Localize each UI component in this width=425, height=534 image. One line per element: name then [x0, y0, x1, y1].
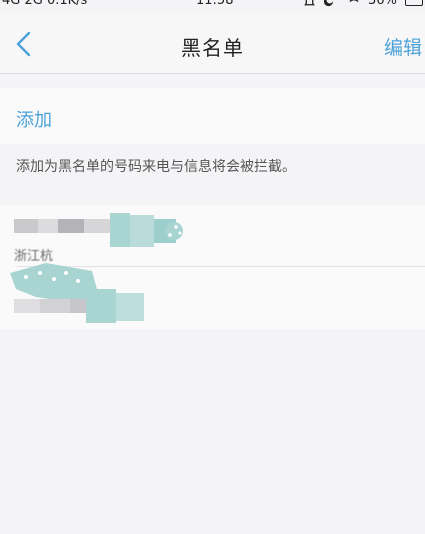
battery-percent: 36%	[368, 0, 397, 8]
status-time: 11:58	[196, 0, 234, 8]
blacklist-list: 浙江杭	[0, 205, 425, 329]
blacklist-entry[interactable]: 浙江杭	[0, 205, 425, 265]
redacted-number	[10, 263, 144, 323]
top-nav-bar: 黑名单 编辑	[0, 12, 425, 74]
signal-network-text: 4G 2G 0.1K/s	[2, 0, 88, 8]
blacklist-hint: 添加为黑名单的号码来电与信息将会被拦截。	[16, 159, 296, 175]
moon-icon	[323, 0, 334, 7]
page-title: 黑名单	[181, 36, 244, 60]
edit-button[interactable]: 编辑	[384, 33, 422, 60]
add-section: 添加	[0, 88, 425, 144]
battery-icon	[405, 0, 423, 6]
add-button[interactable]: 添加	[16, 106, 52, 132]
wifi-icon	[349, 0, 359, 3]
blacklist-entry[interactable]	[0, 263, 425, 327]
status-bar: 4G 2G 0.1K/s 11:58 36%	[0, 0, 425, 12]
alarm-icon	[304, 0, 315, 6]
